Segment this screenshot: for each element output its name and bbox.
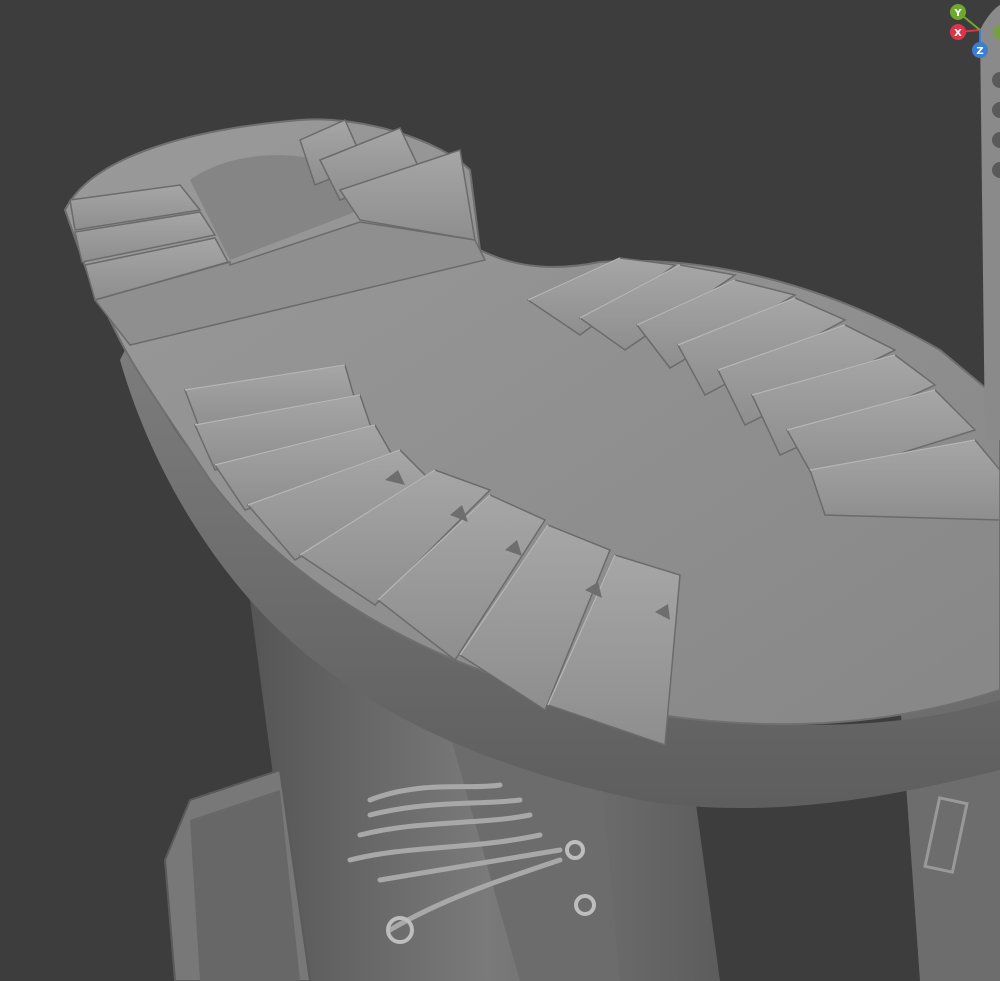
- viewport-nav-strip: [992, 72, 1000, 178]
- svg-text:Y: Y: [953, 8, 962, 19]
- zoom-icon[interactable]: [992, 72, 1000, 88]
- gizmo-x-axis[interactable]: X: [950, 24, 966, 40]
- camera-icon[interactable]: [992, 132, 1000, 148]
- svg-text:X: X: [954, 28, 962, 39]
- gizmo-y-axis[interactable]: Y: [950, 4, 966, 20]
- pan-icon[interactable]: [992, 102, 1000, 118]
- sculpt-model: [63, 5, 1000, 981]
- perspective-icon[interactable]: [992, 162, 1000, 178]
- 3d-viewport[interactable]: Y X Z: [0, 0, 1000, 981]
